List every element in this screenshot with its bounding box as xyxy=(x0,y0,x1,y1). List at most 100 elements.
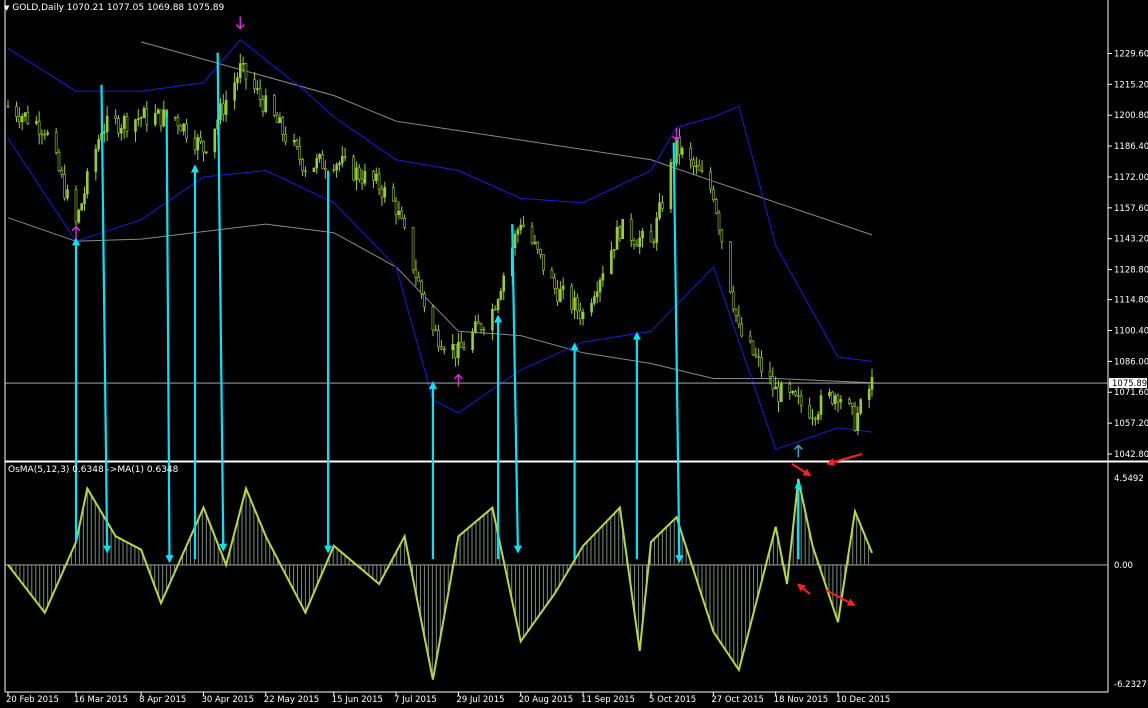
candle-body xyxy=(760,357,763,372)
candle-body xyxy=(692,159,695,167)
candle-body xyxy=(182,123,185,132)
symbol-label: GOLD,Daily xyxy=(12,3,64,13)
candle-body xyxy=(828,391,831,396)
candle-body xyxy=(748,335,752,342)
candle-body xyxy=(811,417,814,420)
candle-body xyxy=(159,109,163,127)
candle-body xyxy=(777,386,780,402)
candle-body xyxy=(241,62,245,65)
candle-body xyxy=(77,209,81,223)
candle-body xyxy=(301,159,304,172)
candle-body xyxy=(652,241,656,244)
candle-body xyxy=(284,134,287,143)
candle-body xyxy=(94,148,98,172)
candle-body xyxy=(697,165,701,171)
candle-body xyxy=(440,346,443,350)
candle-body xyxy=(576,297,579,312)
candle-body xyxy=(442,348,446,351)
candle-body xyxy=(272,95,276,116)
candle-body xyxy=(236,77,239,84)
osma-header: OsMA(5,12,3) 0.6348 ->MA(1) 0.6348 xyxy=(8,465,178,475)
price-tick-label: 1186.40 xyxy=(1114,142,1148,152)
candle-body xyxy=(312,167,316,172)
candle-body xyxy=(848,399,851,404)
candle-body xyxy=(573,297,576,311)
candle-body xyxy=(176,116,180,127)
candle-body xyxy=(360,178,364,184)
candle-body xyxy=(238,63,242,78)
candle-body xyxy=(680,147,684,155)
candle-body xyxy=(479,323,483,330)
candle-body xyxy=(516,229,520,235)
candle-body xyxy=(66,189,69,199)
candle-body xyxy=(550,269,554,279)
candle-body xyxy=(533,242,537,244)
candle-body xyxy=(621,218,625,240)
candle-body xyxy=(196,137,200,151)
candle-body xyxy=(20,116,24,123)
candle-body xyxy=(819,395,823,415)
candle-body xyxy=(304,170,307,173)
candle-body xyxy=(258,88,262,100)
candle-body xyxy=(493,308,497,311)
candle-body xyxy=(233,82,236,101)
candle-body xyxy=(590,302,593,313)
candle-body xyxy=(137,118,140,121)
candle-body xyxy=(357,167,361,180)
candle-body xyxy=(142,108,146,118)
candle-body xyxy=(145,108,149,125)
candle-body xyxy=(870,377,874,390)
candle-body xyxy=(856,413,860,431)
candle-body xyxy=(459,341,463,349)
candle-body xyxy=(179,125,183,132)
candle-body xyxy=(374,173,378,181)
candle-body xyxy=(335,164,338,171)
candle-body xyxy=(417,276,421,282)
candle-body xyxy=(658,202,661,219)
candle-body xyxy=(185,123,188,139)
price-tick-label: 1157.60 xyxy=(1114,204,1148,214)
candle-body xyxy=(689,147,692,161)
candle-body xyxy=(343,156,347,158)
time-tick-label: 27 Oct 2015 xyxy=(711,695,764,704)
candle-body xyxy=(618,226,622,240)
candle-body xyxy=(649,230,653,243)
candle-body xyxy=(80,203,83,211)
candle-body xyxy=(86,171,89,195)
candle-body xyxy=(502,275,506,292)
candle-body xyxy=(332,169,336,172)
candle-body xyxy=(60,170,64,175)
candle-body xyxy=(717,212,721,231)
time-tick-label: 22 May 2015 xyxy=(264,695,319,704)
candle-body xyxy=(275,114,279,124)
candle-body xyxy=(675,136,678,164)
candle-body xyxy=(635,244,639,247)
candle-body xyxy=(454,344,457,358)
candle-body xyxy=(638,237,642,247)
candle-body xyxy=(799,395,803,406)
collapse-triangle-icon[interactable]: ▼ xyxy=(4,4,9,12)
candle-body xyxy=(383,187,387,198)
candle-body xyxy=(471,331,474,351)
candle-body xyxy=(714,199,718,214)
candle-body xyxy=(496,299,500,311)
candle-body xyxy=(363,170,367,184)
chart-window: 1229.60 1215.20 1200.80 1186.40 1172.00 1157.… xyxy=(0,0,1148,705)
price-tick-label: 1100.40 xyxy=(1114,326,1148,336)
candle-body xyxy=(593,296,596,304)
candle-body xyxy=(340,156,344,164)
candle-body xyxy=(513,233,517,249)
candle-body xyxy=(539,248,542,255)
candle-body xyxy=(491,308,494,331)
candle-body xyxy=(318,154,321,159)
candle-body xyxy=(850,403,854,407)
candle-body xyxy=(839,399,843,403)
price-tick-label: 1114.80 xyxy=(1114,296,1148,306)
candle-body xyxy=(394,200,398,215)
candle-body xyxy=(530,226,534,244)
candle-body xyxy=(26,112,30,124)
price-tick-label: 1128.80 xyxy=(1114,266,1148,276)
candle-body xyxy=(423,293,426,308)
candle-body xyxy=(244,62,248,80)
candle-body xyxy=(97,139,100,150)
